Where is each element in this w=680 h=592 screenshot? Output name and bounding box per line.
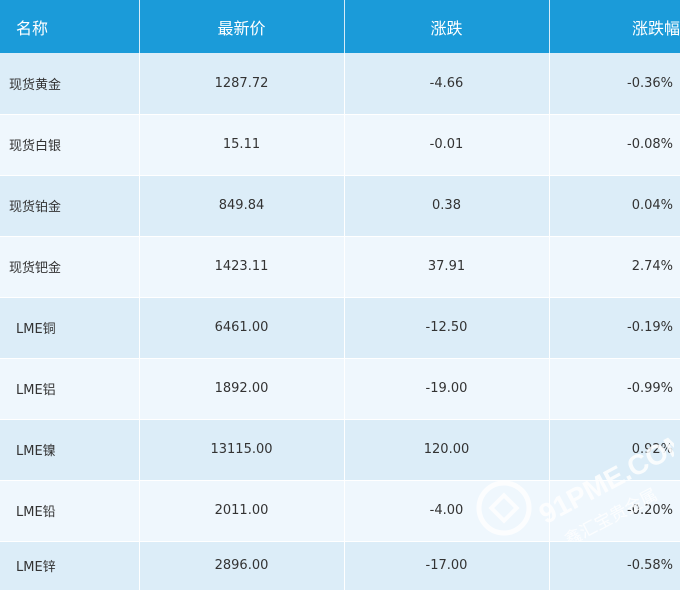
latest-price: 1287.72 — [139, 53, 345, 115]
latest-price: 2011.00 — [139, 480, 345, 542]
change-percent: -0.99% — [549, 358, 680, 420]
commodity-name: LME铝 — [0, 358, 140, 420]
commodity-name: LME铜 — [0, 297, 140, 359]
price-change: -17.00 — [344, 541, 550, 591]
table-row[interactable]: LME铝 1892.00 -19.00 -0.99% — [0, 358, 680, 420]
table-row[interactable]: LME镍 13115.00 120.00 0.92% — [0, 419, 680, 481]
price-change: -0.01 — [344, 114, 550, 176]
latest-price: 15.11 — [139, 114, 345, 176]
latest-price: 13115.00 — [139, 419, 345, 481]
latest-price: 1892.00 — [139, 358, 345, 420]
table-row[interactable]: 现货铂金 849.84 0.38 0.04% — [0, 175, 680, 237]
commodity-name: 现货铂金 — [0, 175, 140, 237]
price-change: -12.50 — [344, 297, 550, 359]
price-change: -4.00 — [344, 480, 550, 542]
commodity-name: LME铅 — [0, 480, 140, 542]
price-change: -19.00 — [344, 358, 550, 420]
change-percent: -0.08% — [549, 114, 680, 176]
table-row[interactable]: 现货钯金 1423.11 37.91 2.74% — [0, 236, 680, 298]
change-percent: -0.58% — [549, 541, 680, 591]
change-percent: 0.92% — [549, 419, 680, 481]
commodity-name: LME镍 — [0, 419, 140, 481]
table-row[interactable]: 现货黄金 1287.72 -4.66 -0.36% — [0, 53, 680, 115]
change-percent: -0.36% — [549, 53, 680, 115]
commodity-name: 现货黄金 — [0, 53, 140, 115]
price-change: 0.38 — [344, 175, 550, 237]
column-header-price[interactable]: 最新价 — [139, 0, 345, 53]
commodity-name: LME锌 — [0, 541, 140, 591]
price-change: 37.91 — [344, 236, 550, 298]
table-row[interactable]: LME铅 2011.00 -4.00 -0.20% — [0, 480, 680, 542]
change-percent: -0.19% — [549, 297, 680, 359]
column-header-change[interactable]: 涨跌 — [344, 0, 550, 53]
commodity-name: 现货钯金 — [0, 236, 140, 298]
change-percent: -0.20% — [549, 480, 680, 542]
table-row[interactable]: LME铜 6461.00 -12.50 -0.19% — [0, 297, 680, 359]
column-header-change-pct[interactable]: 涨跌幅 — [549, 0, 680, 53]
column-header-name[interactable]: 名称 — [0, 0, 140, 53]
change-percent: 0.04% — [549, 175, 680, 237]
latest-price: 2896.00 — [139, 541, 345, 591]
change-percent: 2.74% — [549, 236, 680, 298]
price-change: -4.66 — [344, 53, 550, 115]
table-row[interactable]: 现货白银 15.11 -0.01 -0.08% — [0, 114, 680, 176]
latest-price: 6461.00 — [139, 297, 345, 359]
table-header-row: 名称 最新价 涨跌 涨跌幅 — [0, 0, 680, 53]
latest-price: 1423.11 — [139, 236, 345, 298]
table-row[interactable]: LME锌 2896.00 -17.00 -0.58% — [0, 541, 680, 591]
commodity-name: 现货白银 — [0, 114, 140, 176]
latest-price: 849.84 — [139, 175, 345, 237]
quote-table: 名称 最新价 涨跌 涨跌幅 现货黄金 1287.72 -4.66 -0.36% … — [0, 0, 680, 591]
price-change: 120.00 — [344, 419, 550, 481]
